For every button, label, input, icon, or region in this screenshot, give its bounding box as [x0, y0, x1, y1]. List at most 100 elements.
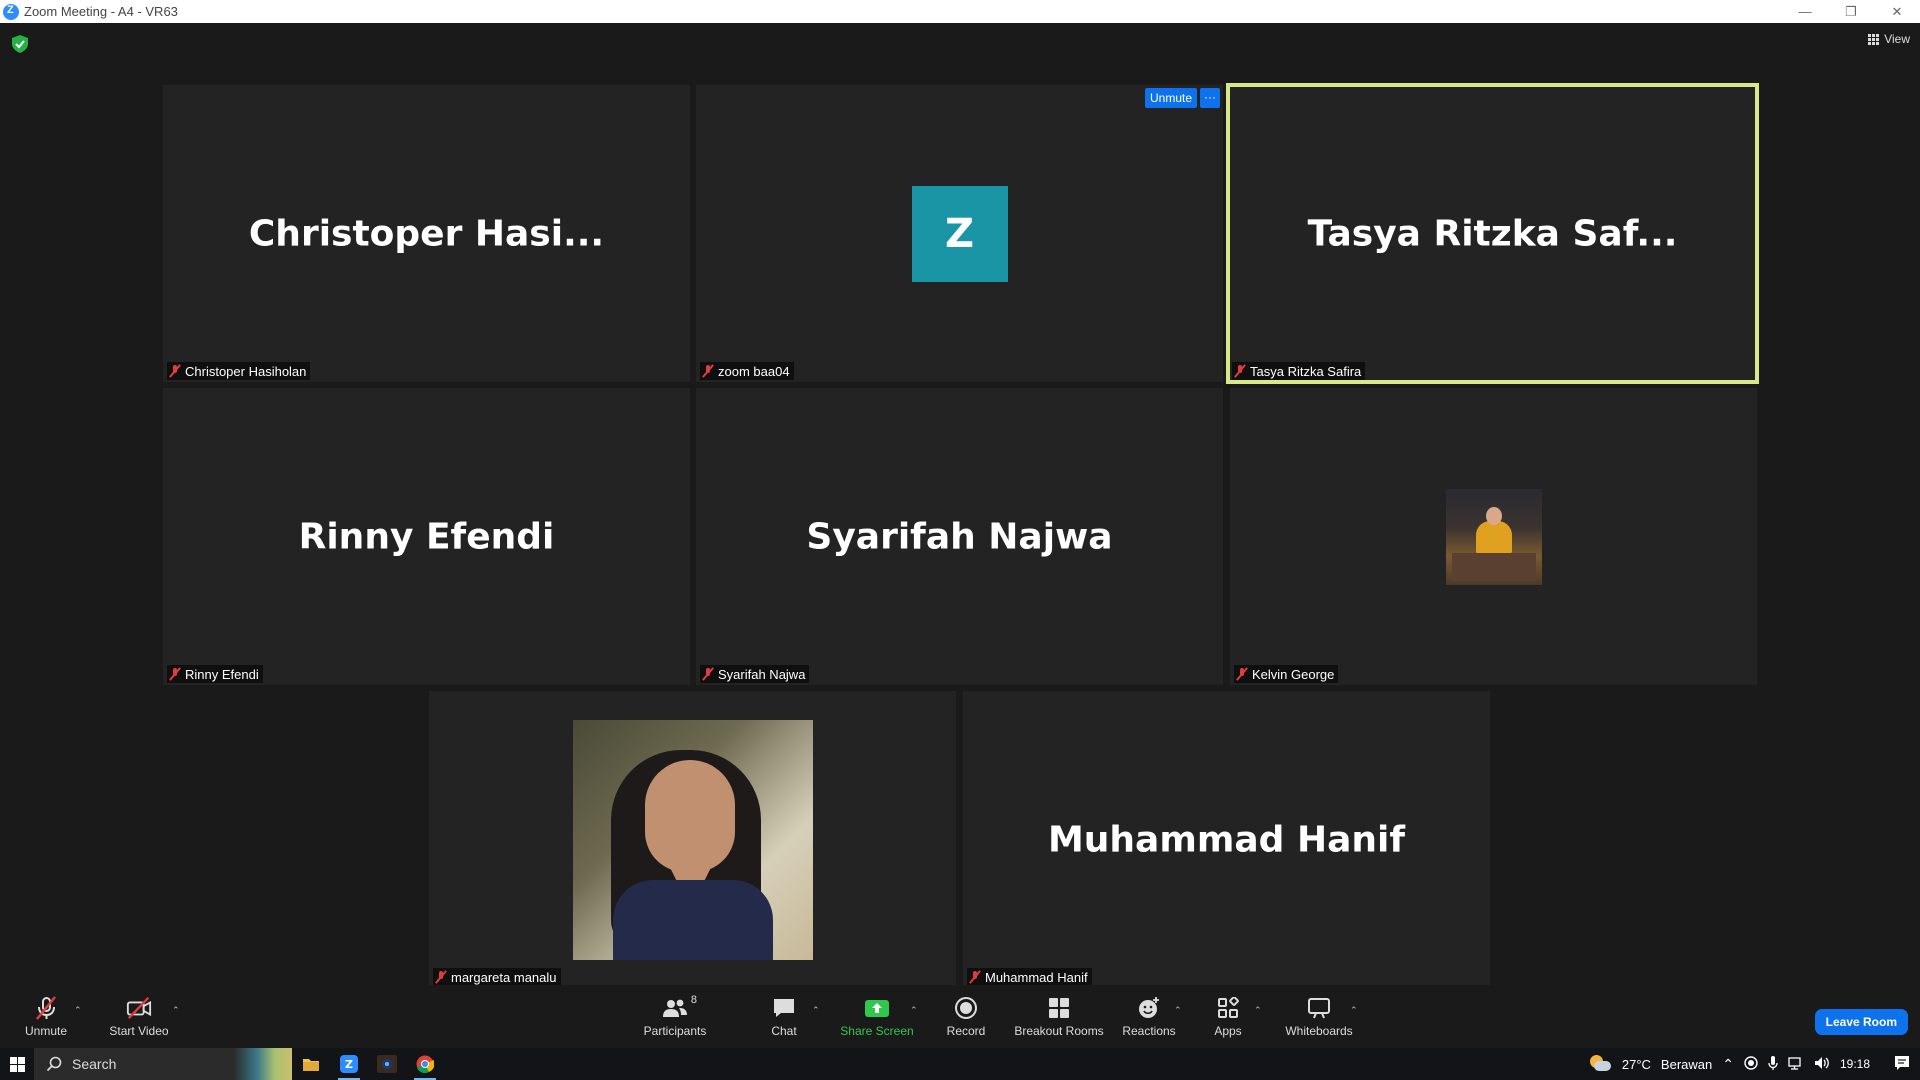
- svg-text:Z: Z: [345, 1058, 353, 1071]
- participant-name-display: Christoper Hasi...: [248, 213, 605, 254]
- record-label: Record: [946, 1023, 986, 1038]
- close-icon[interactable]: ✕: [1874, 0, 1920, 23]
- start-video-label: Start Video: [109, 1023, 169, 1038]
- breakout-rooms-label: Breakout Rooms: [1014, 1023, 1104, 1038]
- participant-label: Rinny Efendi: [167, 665, 263, 683]
- video-tile[interactable]: margareta manalu: [429, 691, 956, 988]
- weather-temperature[interactable]: 27°C: [1622, 1057, 1651, 1072]
- view-button[interactable]: View: [1868, 32, 1910, 46]
- ask-unmute-button[interactable]: Unmute: [1145, 88, 1198, 108]
- system-tray: 27°C Berawan ⌃ 19:18: [1588, 1048, 1920, 1080]
- search-highlight-image: [234, 1048, 292, 1080]
- volume-icon[interactable]: [1814, 1056, 1830, 1073]
- mic-muted-icon: [169, 667, 181, 681]
- participant-label: Muhammad Hanif: [967, 968, 1092, 986]
- chat-icon: [771, 996, 797, 1020]
- participant-name-display: Muhammad Hanif: [1047, 819, 1406, 860]
- mic-muted-icon: [1234, 364, 1246, 378]
- windows-start-icon[interactable]: [0, 1048, 34, 1080]
- apps-icon: [1215, 996, 1241, 1020]
- profile-photo: [1445, 488, 1542, 585]
- participant-label: Christoper Hasiholan: [167, 362, 311, 380]
- record-status-icon[interactable]: [1744, 1055, 1758, 1073]
- participant-label: margareta manalu: [433, 968, 561, 986]
- chat-button[interactable]: Chat: [764, 985, 804, 1048]
- video-tile[interactable]: Z zoom baa04: [696, 85, 1223, 382]
- mic-muted-icon: [33, 995, 59, 1020]
- whiteboards-label: Whiteboards: [1285, 1023, 1353, 1038]
- reactions-icon: [1136, 996, 1162, 1020]
- participants-icon: 8: [655, 993, 697, 1020]
- video-off-icon: [126, 996, 152, 1020]
- search-icon: [46, 1056, 62, 1072]
- mic-muted-icon: [169, 364, 181, 378]
- window-controls: — ❐ ✕: [1782, 0, 1920, 23]
- participant-label-text: zoom baa04: [718, 363, 790, 379]
- weather-description[interactable]: Berawan: [1661, 1057, 1712, 1072]
- participant-label-text: Syarifah Najwa: [718, 666, 806, 682]
- meeting-area: View Christoper Hasi... Christoper Hasih…: [0, 23, 1920, 988]
- apps-button[interactable]: Apps: [1210, 985, 1246, 1048]
- participant-name-display: Rinny Efendi: [298, 516, 555, 557]
- security-shield-icon[interactable]: [12, 35, 28, 53]
- participant-label: Kelvin George: [1234, 665, 1339, 683]
- video-tile[interactable]: Muhammad Hanif Muhammad Hanif: [963, 691, 1490, 988]
- whiteboards-button[interactable]: Whiteboards: [1282, 985, 1356, 1048]
- video-tile[interactable]: Kelvin George: [1230, 388, 1757, 685]
- chat-options-caret-icon[interactable]: ⌃: [812, 1005, 820, 1016]
- participants-label: Participants: [643, 1023, 707, 1038]
- participant-name-display: Syarifah Najwa: [806, 516, 1113, 557]
- leave-room-button[interactable]: Leave Room: [1814, 1009, 1908, 1035]
- video-tile-active-speaker[interactable]: Tasya Ritzka Saf... Tasya Ritzka Safira: [1226, 83, 1759, 384]
- camera-app-icon[interactable]: [368, 1048, 406, 1080]
- breakout-rooms-button[interactable]: Breakout Rooms: [1012, 985, 1106, 1048]
- audio-options-caret-icon[interactable]: ⌃: [74, 1005, 82, 1016]
- mic-muted-icon: [435, 970, 447, 984]
- reactions-options-caret-icon[interactable]: ⌃: [1174, 1005, 1182, 1016]
- whiteboards-options-caret-icon[interactable]: ⌃: [1350, 1005, 1358, 1016]
- taskbar-search[interactable]: Search: [34, 1048, 292, 1080]
- participant-label-text: margareta manalu: [451, 969, 557, 985]
- share-screen-icon: [864, 996, 890, 1020]
- video-tile[interactable]: Syarifah Najwa Syarifah Najwa: [696, 388, 1223, 685]
- window-title: Zoom Meeting - A4 - VR63: [24, 4, 178, 19]
- start-video-button[interactable]: Start Video: [106, 985, 172, 1048]
- unmute-label: Unmute: [24, 1023, 68, 1038]
- chrome-browser-icon[interactable]: [406, 1048, 444, 1080]
- share-options-caret-icon[interactable]: ⌃: [910, 1005, 918, 1016]
- restore-icon[interactable]: ❐: [1828, 0, 1874, 23]
- zoom-app-icon[interactable]: Z: [330, 1048, 368, 1080]
- notification-icon[interactable]: [1894, 1055, 1910, 1074]
- more-options-button[interactable]: ···: [1200, 88, 1221, 108]
- participants-count: 8: [690, 993, 697, 1006]
- mic-muted-icon: [702, 364, 714, 378]
- whiteboard-icon: [1306, 996, 1332, 1020]
- video-tile[interactable]: Christoper Hasi... Christoper Hasiholan: [163, 85, 690, 382]
- clock-time[interactable]: 19:18: [1840, 1057, 1870, 1071]
- record-button[interactable]: Record: [944, 985, 988, 1048]
- share-screen-button[interactable]: Share Screen: [840, 985, 914, 1048]
- meeting-toolbar: Unmute ⌃ Start Video ⌃ 8 Participants Ch…: [0, 985, 1920, 1048]
- participant-label-text: Christoper Hasiholan: [185, 363, 307, 379]
- tray-overflow-chevron-icon[interactable]: ⌃: [1722, 1056, 1734, 1073]
- participant-name-display: Tasya Ritzka Saf...: [1307, 213, 1678, 254]
- minimize-icon[interactable]: —: [1782, 0, 1828, 23]
- apps-label: Apps: [1214, 1023, 1242, 1038]
- participant-label-text: Tasya Ritzka Safira: [1250, 363, 1362, 379]
- video-tile[interactable]: Rinny Efendi Rinny Efendi: [163, 388, 690, 685]
- chat-label: Chat: [771, 1023, 797, 1038]
- view-label: View: [1884, 32, 1910, 46]
- microphone-icon[interactable]: [1768, 1055, 1778, 1074]
- unmute-button[interactable]: Unmute: [20, 985, 72, 1048]
- video-options-caret-icon[interactable]: ⌃: [172, 1005, 180, 1016]
- reactions-button[interactable]: Reactions: [1120, 985, 1178, 1048]
- network-icon[interactable]: [1788, 1056, 1804, 1073]
- weather-cloudy-icon[interactable]: [1588, 1055, 1612, 1073]
- file-explorer-icon[interactable]: [292, 1048, 330, 1080]
- apps-options-caret-icon[interactable]: ⌃: [1254, 1005, 1262, 1016]
- tile-hover-controls: Unmute ···: [1145, 88, 1221, 108]
- participants-button[interactable]: 8 Participants: [640, 985, 710, 1048]
- window-titlebar: Zoom Meeting - A4 - VR63 — ❐ ✕: [0, 0, 1920, 23]
- avatar: Z: [911, 185, 1008, 282]
- breakout-rooms-icon: [1046, 996, 1072, 1020]
